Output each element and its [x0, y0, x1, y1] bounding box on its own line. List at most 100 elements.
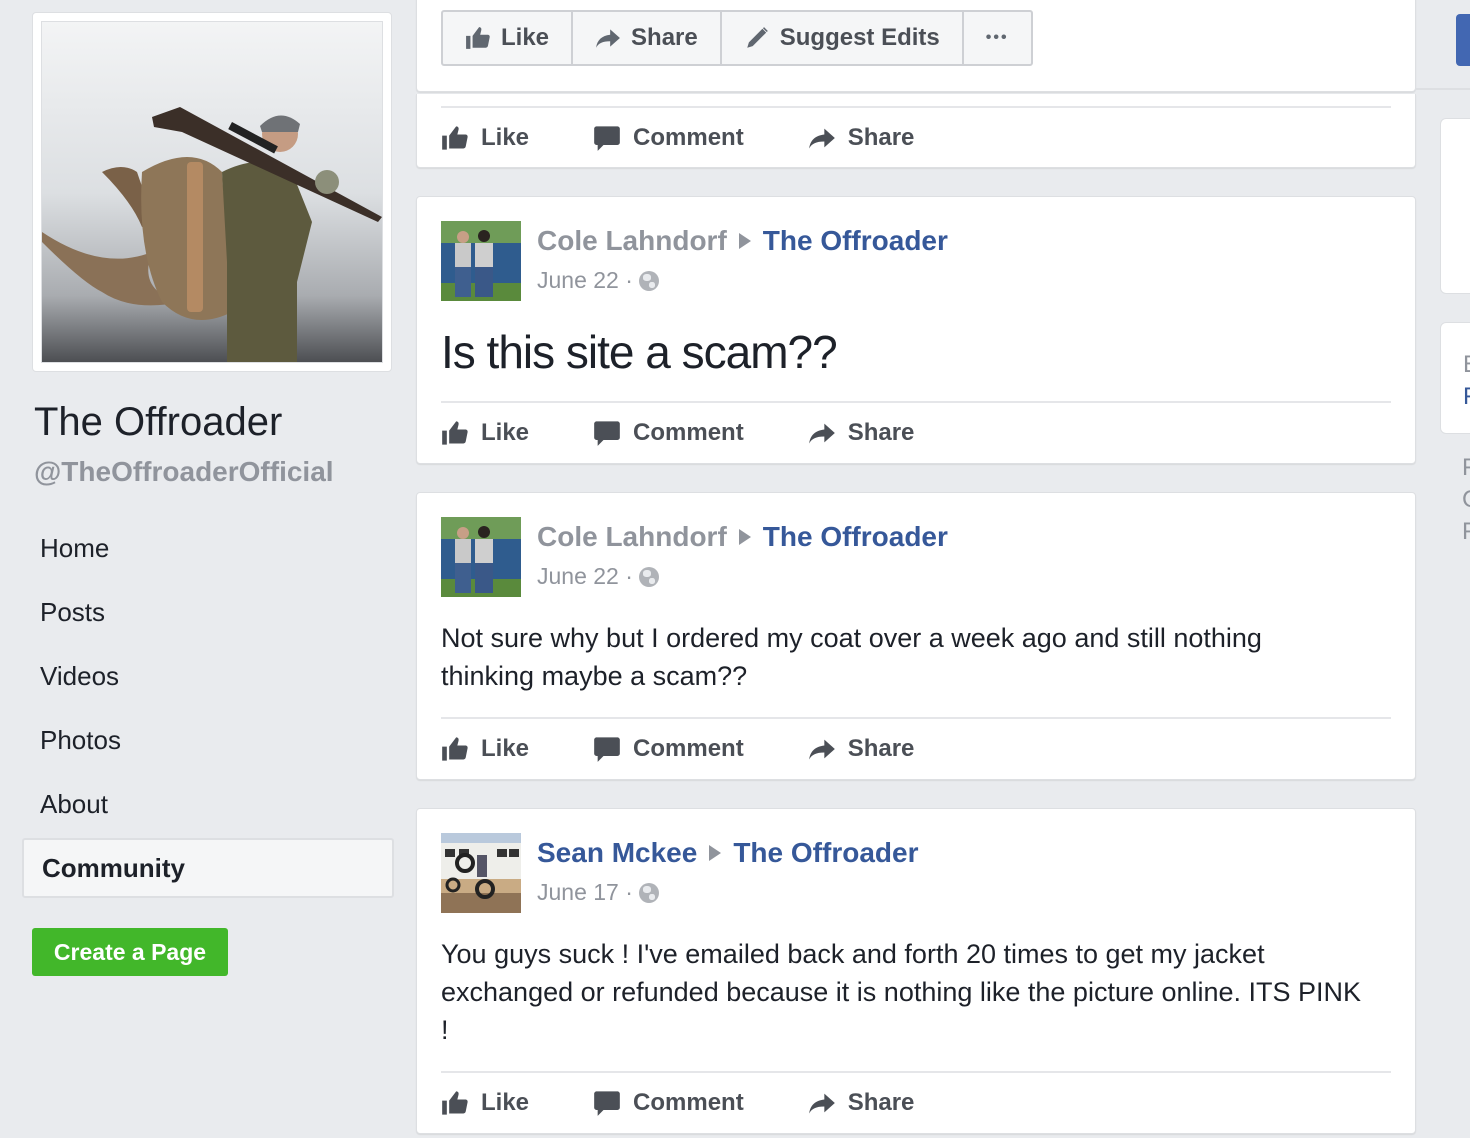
right-column-text: F: [1462, 454, 1470, 481]
page-nav: Home Posts Videos Photos About Community: [22, 516, 394, 898]
share-arrow-icon: [808, 423, 835, 444]
post-target-page[interactable]: The Offroader: [763, 521, 948, 553]
caret-right-icon: [738, 233, 751, 249]
post-card: Cole Lahndorf The Offroader June 22 · Is…: [416, 196, 1416, 464]
avatar[interactable]: [441, 833, 521, 913]
share-button[interactable]: Share: [808, 124, 914, 152]
thumbs-up-icon: [466, 27, 490, 49]
comment-button[interactable]: Comment: [593, 419, 744, 447]
comment-label: Comment: [633, 1089, 744, 1116]
post-card: Sean Mckee The Offroader June 17 · You g…: [416, 808, 1416, 1134]
comment-button[interactable]: Comment: [593, 1089, 744, 1117]
motorcycle-bus-photo-icon: [441, 833, 521, 913]
share-label: Share: [847, 735, 915, 762]
thumbs-up-icon: [442, 1091, 468, 1115]
nav-item-videos[interactable]: Videos: [22, 644, 394, 708]
comment-bubble-icon: [594, 421, 620, 446]
post-text: Not sure why but I ordered my coat over …: [441, 623, 1262, 691]
right-card-text: E: [1463, 349, 1470, 381]
page-like-button[interactable]: Like: [443, 12, 574, 64]
post-action-bar: Like Comment Share: [441, 717, 1391, 779]
post-target-page[interactable]: The Offroader: [733, 837, 918, 869]
right-sidebar-card: E F: [1440, 322, 1470, 434]
couple-lake-photo-icon: [441, 221, 521, 301]
share-arrow-icon: [808, 128, 835, 149]
page-handle[interactable]: @TheOffroaderOfficial: [34, 456, 334, 488]
caret-right-icon: [709, 845, 722, 861]
thumbs-up-icon: [442, 421, 468, 445]
right-column-text: C: [1462, 484, 1470, 516]
comment-bubble-icon: [594, 737, 620, 762]
post-text: Is this site a scam??: [441, 326, 838, 378]
right-card-link[interactable]: F: [1463, 381, 1470, 413]
page-share-button[interactable]: Share: [573, 12, 722, 64]
share-button[interactable]: Share: [808, 735, 915, 763]
right-primary-button[interactable]: [1456, 14, 1470, 66]
post-author[interactable]: Sean Mckee: [537, 837, 697, 869]
post-date[interactable]: June 17 ·: [537, 879, 633, 906]
post-text: You guys suck ! I've emailed back and fo…: [441, 939, 1362, 1045]
like-label: Like: [481, 124, 530, 151]
couple-lake-photo-icon: [441, 517, 521, 597]
post-author[interactable]: Cole Lahndorf: [537, 225, 727, 257]
page-like-label: Like: [501, 24, 550, 51]
comment-label: Comment: [633, 419, 744, 446]
profile-picture[interactable]: [41, 21, 383, 363]
page-header-card: Like Share Suggest Edits •••: [416, 0, 1416, 92]
post-header: Sean Mckee The Offroader June 17 ·: [441, 833, 918, 913]
post-meta: Cole Lahndorf The Offroader June 22 ·: [537, 517, 948, 597]
profile-picture-card[interactable]: [32, 12, 392, 372]
post-author[interactable]: Cole Lahndorf: [537, 521, 727, 553]
comment-bubble-icon: [594, 126, 620, 151]
comment-label: Comment: [633, 124, 744, 151]
nav-item-posts[interactable]: Posts: [22, 580, 394, 644]
share-arrow-icon: [596, 29, 620, 48]
share-label: Share: [847, 419, 915, 446]
like-label: Like: [481, 419, 530, 446]
post-header: Cole Lahndorf The Offroader June 22 ·: [441, 221, 948, 301]
create-page-button[interactable]: Create a Page: [32, 928, 228, 976]
like-label: Like: [481, 1089, 530, 1116]
post-date[interactable]: June 22 ·: [537, 267, 633, 294]
like-button[interactable]: Like: [441, 419, 529, 447]
globe-icon: [638, 270, 659, 291]
share-button[interactable]: Share: [808, 419, 915, 447]
more-options-button[interactable]: •••: [964, 12, 1031, 64]
nav-item-photos[interactable]: Photos: [22, 708, 394, 772]
like-button[interactable]: Like: [441, 735, 529, 763]
suggest-edits-button[interactable]: Suggest Edits: [722, 12, 964, 64]
page-name: The Offroader: [34, 400, 283, 444]
page-share-label: Share: [631, 24, 698, 51]
pencil-icon: [746, 27, 768, 48]
nav-item-home[interactable]: Home: [22, 516, 394, 580]
share-arrow-icon: [808, 1093, 835, 1114]
post-date[interactable]: June 22 ·: [537, 563, 633, 590]
globe-icon: [638, 566, 659, 587]
right-sidebar-card: [1440, 118, 1470, 294]
like-label: Like: [481, 735, 530, 762]
divider: [1416, 88, 1470, 90]
avatar[interactable]: [441, 517, 521, 597]
post-target-page[interactable]: The Offroader: [763, 225, 948, 257]
post-card-partial: Like Comment Share: [416, 94, 1416, 168]
post-action-bar: Like Comment Share: [441, 1071, 1391, 1133]
globe-icon: [638, 882, 659, 903]
post-card: Cole Lahndorf The Offroader June 22 · No…: [416, 492, 1416, 780]
comment-label: Comment: [633, 735, 744, 762]
avatar[interactable]: [441, 221, 521, 301]
comment-button[interactable]: Comment: [593, 735, 744, 763]
comment-bubble-icon: [594, 1091, 620, 1116]
suggest-edits-label: Suggest Edits: [779, 24, 940, 51]
nav-item-about[interactable]: About: [22, 772, 394, 836]
nav-item-community[interactable]: Community: [22, 838, 394, 898]
comment-button[interactable]: Comment: [593, 124, 744, 152]
post-header: Cole Lahndorf The Offroader June 22 ·: [441, 517, 948, 597]
post-action-bar: Like Comment Share: [441, 106, 1391, 168]
post-meta: Sean Mckee The Offroader June 17 ·: [537, 833, 918, 913]
thumbs-up-icon: [442, 737, 468, 761]
like-button[interactable]: Like: [441, 124, 529, 152]
like-button[interactable]: Like: [441, 1089, 529, 1117]
post-meta: Cole Lahndorf The Offroader June 22 ·: [537, 221, 948, 301]
share-button[interactable]: Share: [808, 1089, 914, 1117]
page-actions-bar: Like Share Suggest Edits •••: [441, 10, 1033, 66]
